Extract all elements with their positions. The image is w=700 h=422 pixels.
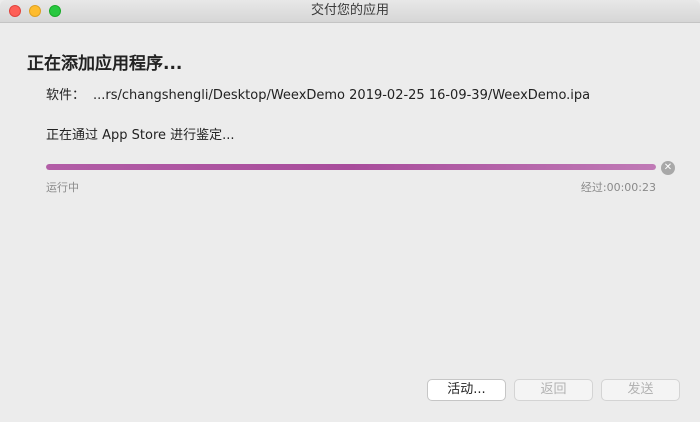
- deliver-app-window: 交付您的应用 正在添加应用程序... 软件： ...rs/changshengli…: [0, 0, 700, 422]
- progress-bar: [46, 164, 656, 170]
- back-button[interactable]: 返回: [514, 379, 593, 401]
- title-bar: 交付您的应用: [0, 0, 700, 23]
- status-text: 正在通过 App Store 进行鉴定...: [46, 128, 235, 143]
- page-heading: 正在添加应用程序...: [27, 54, 183, 74]
- software-row: 软件： ...rs/changshengli/Desktop/WeexDemo 2…: [46, 84, 590, 103]
- software-path: ...rs/changshengli/Desktop/WeexDemo 2019…: [93, 88, 591, 103]
- stop-icon[interactable]: ✕: [661, 161, 675, 175]
- activity-button[interactable]: 活动...: [427, 379, 506, 401]
- software-label: 软件：: [46, 88, 86, 103]
- send-button[interactable]: 发送: [601, 379, 680, 401]
- progress-fill: [46, 164, 656, 170]
- progress-state: 运行中: [46, 181, 79, 194]
- elapsed-time: 经过:00:00:23: [580, 181, 656, 194]
- window-title: 交付您的应用: [310, 3, 389, 18]
